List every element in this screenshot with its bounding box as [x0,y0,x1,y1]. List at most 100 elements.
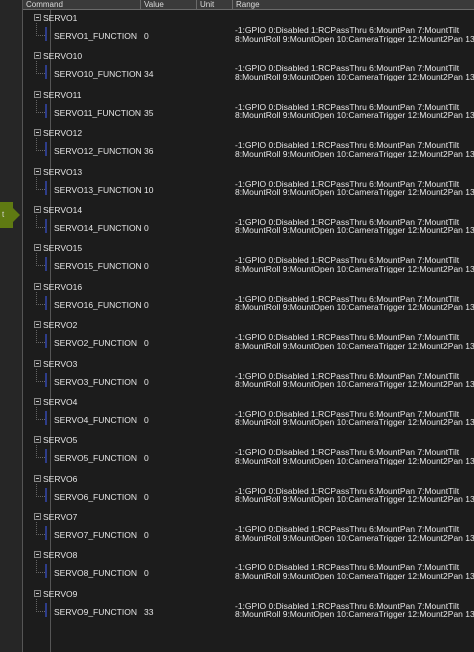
group-row[interactable]: SERVO4 [23,395,474,409]
param-value[interactable]: 0 [144,415,149,425]
collapse-icon[interactable] [34,474,41,482]
collapse-icon[interactable] [34,436,41,444]
column-header-unit[interactable]: Unit [197,0,233,9]
group-name: SERVO8 [43,550,78,561]
param-group: SERVO11 SERVO11_FUNCTION 35 -1:GPIO 0:Di… [23,87,474,125]
column-header-range[interactable]: Range [233,0,474,9]
param-group: SERVO14 SERVO14_FUNCTION 0 -1:GPIO 0:Dis… [23,202,474,240]
param-name: SERVO8_FUNCTION [54,568,137,579]
row-marker [45,103,47,118]
group-row[interactable]: SERVO1 [23,11,474,25]
param-row[interactable]: SERVO12_FUNCTION 36 -1:GPIO 0:Disabled 1… [23,138,474,162]
row-marker [45,602,47,617]
collapse-icon[interactable] [34,513,41,521]
param-row[interactable]: SERVO3_FUNCTION 0 -1:GPIO 0:Disabled 1:R… [23,368,474,393]
side-tab[interactable]: t [0,202,20,228]
row-marker [45,257,47,272]
group-row[interactable]: SERVO11 [23,88,474,102]
group-row[interactable]: SERVO3 [23,357,474,371]
param-value[interactable]: 36 [144,146,153,156]
group-row[interactable]: SERVO14 [23,203,474,217]
param-name: SERVO7_FUNCTION [54,530,137,541]
param-value[interactable]: 34 [144,69,153,79]
group-row[interactable]: SERVO6 [23,472,474,486]
collapse-icon[interactable] [34,589,41,597]
group-name: SERVO12 [43,128,83,139]
collapse-icon[interactable] [34,397,41,405]
range-line-2: 8:MountRoll 9:MountOpen 10:CameraTrigger… [235,609,474,619]
tree-branch-line [36,99,45,113]
collapse-icon[interactable] [34,551,41,559]
param-row[interactable]: SERVO8_FUNCTION 0 -1:GPIO 0:Disabled 1:R… [23,560,474,584]
collapse-icon[interactable] [34,244,41,252]
group-row[interactable]: SERVO10 [23,49,474,63]
param-value[interactable]: 0 [144,31,149,41]
param-row[interactable]: SERVO13_FUNCTION 10 -1:GPIO 0:Disabled 1… [23,176,474,201]
tree-branch-line [36,445,45,459]
tree-branch-line [36,522,45,536]
param-name: SERVO16_FUNCTION [54,299,142,310]
param-row[interactable]: SERVO15_FUNCTION 0 -1:GPIO 0:Disabled 1:… [23,253,474,277]
param-value[interactable]: 10 [144,185,153,195]
group-row[interactable]: SERVO5 [23,433,474,447]
parameter-grid[interactable]: Command Value Unit Range SERVO1 SERVO1_F… [22,0,474,652]
collapse-icon[interactable] [34,52,41,60]
param-row[interactable]: SERVO10_FUNCTION 34 -1:GPIO 0:Disabled 1… [23,61,474,85]
collapse-icon[interactable] [34,90,41,98]
column-header-command[interactable]: Command [23,0,141,9]
collapse-icon[interactable] [34,14,41,21]
row-marker [45,27,47,41]
group-row[interactable]: SERVO12 [23,126,474,140]
param-row[interactable]: SERVO11_FUNCTION 35 -1:GPIO 0:Disabled 1… [23,99,474,124]
collapse-icon[interactable] [34,167,41,175]
group-row[interactable]: SERVO15 [23,241,474,255]
collapse-icon[interactable] [34,205,41,213]
param-value[interactable]: 0 [144,338,149,348]
param-value[interactable]: 0 [144,300,149,310]
param-group: SERVO16 SERVO16_FUNCTION 0 -1:GPIO 0:Dis… [23,279,474,317]
param-range: -1:GPIO 0:Disabled 1:RCPassThru 6:MountP… [235,180,474,197]
group-row[interactable]: SERVO8 [23,548,474,562]
group-name: SERVO9 [43,588,78,599]
collapse-icon[interactable] [34,282,41,290]
param-row[interactable]: SERVO4_FUNCTION 0 -1:GPIO 0:Disabled 1:R… [23,406,474,431]
collapse-icon[interactable] [34,129,41,137]
param-row[interactable]: SERVO9_FUNCTION 33 -1:GPIO 0:Disabled 1:… [23,598,474,623]
param-value[interactable]: 0 [144,530,149,540]
row-marker [45,180,47,195]
param-range: -1:GPIO 0:Disabled 1:RCPassThru 6:MountP… [235,448,474,465]
param-value[interactable]: 0 [144,453,149,463]
param-row[interactable]: SERVO2_FUNCTION 0 -1:GPIO 0:Disabled 1:R… [23,330,474,354]
group-row[interactable]: SERVO9 [23,587,474,601]
column-header-value[interactable]: Value [141,0,197,9]
param-row[interactable]: SERVO16_FUNCTION 0 -1:GPIO 0:Disabled 1:… [23,291,474,316]
param-row[interactable]: SERVO6_FUNCTION 0 -1:GPIO 0:Disabled 1:R… [23,483,474,508]
param-value[interactable]: 0 [144,377,149,387]
param-value[interactable]: 33 [144,607,153,617]
row-marker [45,526,47,541]
param-range: -1:GPIO 0:Disabled 1:RCPassThru 6:MountP… [235,218,474,235]
group-row[interactable]: SERVO7 [23,510,474,524]
param-value[interactable]: 35 [144,108,153,118]
group-row[interactable]: SERVO16 [23,280,474,294]
param-value[interactable]: 0 [144,568,149,578]
collapse-icon[interactable] [34,359,41,367]
group-name: SERVO6 [43,473,78,484]
param-row[interactable]: SERVO7_FUNCTION 0 -1:GPIO 0:Disabled 1:R… [23,522,474,546]
param-value[interactable]: 0 [144,223,149,233]
param-row[interactable]: SERVO1_FUNCTION 0 -1:GPIO 0:Disabled 1:R… [23,23,474,47]
group-name: SERVO16 [43,281,83,292]
group-row[interactable]: SERVO13 [23,165,474,179]
param-name: SERVO1_FUNCTION [54,31,137,41]
param-range: -1:GPIO 0:Disabled 1:RCPassThru 6:MountP… [235,372,474,389]
row-marker [45,218,47,233]
param-row[interactable]: SERVO5_FUNCTION 0 -1:GPIO 0:Disabled 1:R… [23,445,474,469]
range-line-2: 8:MountRoll 9:MountOpen 10:CameraTrigger… [235,532,474,543]
param-value[interactable]: 0 [144,261,149,271]
param-row[interactable]: SERVO14_FUNCTION 0 -1:GPIO 0:Disabled 1:… [23,214,474,239]
param-range: -1:GPIO 0:Disabled 1:RCPassThru 6:MountP… [235,525,474,542]
collapse-icon[interactable] [34,321,41,329]
param-value[interactable]: 0 [144,492,149,502]
tree-branch-line [36,23,45,36]
group-row[interactable]: SERVO2 [23,318,474,332]
